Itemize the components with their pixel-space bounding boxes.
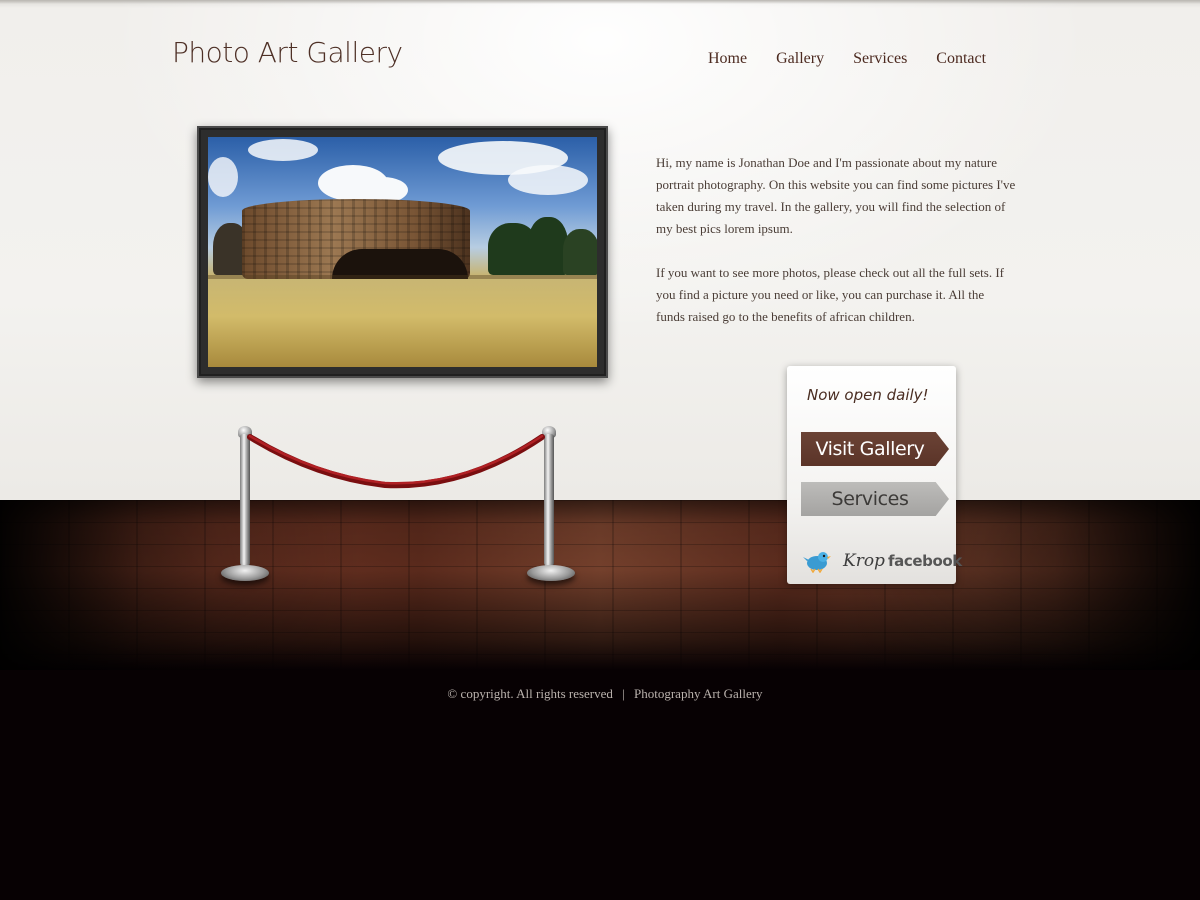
nav-gallery[interactable]: Gallery [776,50,824,68]
services-button-label: Services [831,488,909,510]
copyright-text: © copyright. All rights reserved [447,686,613,701]
nav-contact[interactable]: Contact [936,50,986,68]
nav-services[interactable]: Services [853,50,907,68]
intro-paragraph-1: Hi, my name is Jonathan Doe and I'm pass… [656,155,1016,236]
open-daily-tagline: Now open daily! [807,386,929,404]
intro-text: Hi, my name is Jonathan Doe and I'm pass… [656,152,1016,328]
main-nav: Home Gallery Services Contact [708,50,1015,68]
footer-background [0,670,1200,900]
featured-photo [208,137,597,367]
visit-gallery-label: Visit Gallery [815,438,925,460]
stone-tower [242,199,470,279]
velvet-rope [247,434,545,489]
intro-paragraph-2: If you want to see more photos, please c… [656,265,1005,324]
footer-site-link[interactable]: Photography Art Gallery [634,686,763,701]
site-title[interactable]: Photo Art Gallery [172,36,403,69]
facebook-link[interactable]: facebook [888,548,962,574]
cta-panel: Now open daily! Visit Gallery Services K… [787,366,962,584]
services-button[interactable]: Services [801,482,949,516]
featured-photo-frame[interactable] [197,126,608,378]
wooden-floor [0,500,1200,670]
nav-home[interactable]: Home [708,50,747,68]
visit-gallery-button[interactable]: Visit Gallery [801,432,949,466]
twitter-bird-icon[interactable] [803,548,831,574]
footer-separator: | [622,686,625,701]
krop-link[interactable]: Krop [843,548,885,574]
footer: © copyright. All rights reserved | Photo… [0,686,1200,702]
